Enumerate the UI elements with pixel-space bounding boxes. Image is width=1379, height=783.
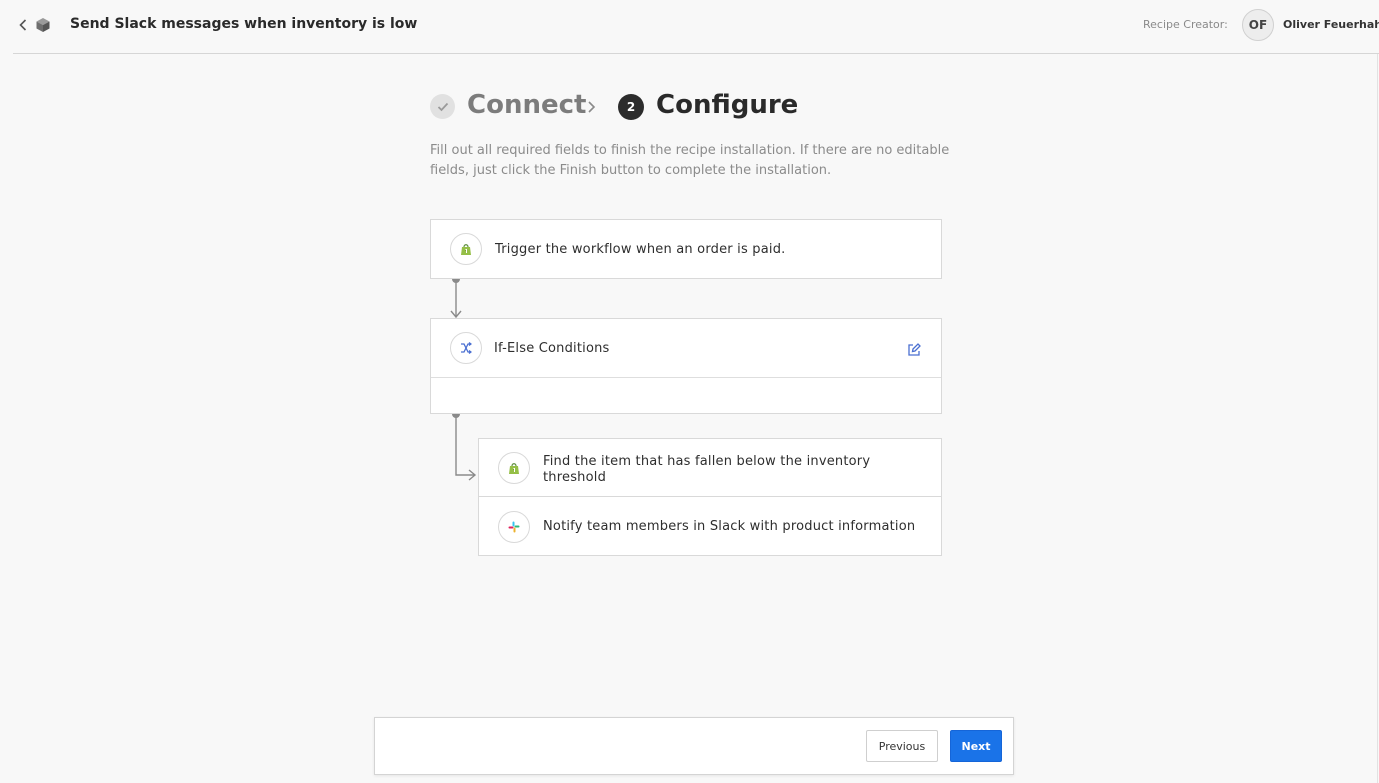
trigger-step-text: Trigger the workflow when an order is pa… [495, 242, 786, 257]
previous-button[interactable]: Previous [866, 730, 938, 762]
action-step-card[interactable]: Find the item that has fallen below the … [478, 438, 942, 497]
action-step-text: Notify team members in Slack with produc… [543, 519, 916, 534]
shuffle-icon [450, 332, 482, 364]
slack-icon [498, 511, 530, 543]
action-step-card[interactable]: Notify team members in Slack with produc… [478, 496, 942, 556]
shopify-icon [450, 233, 482, 265]
action-step-text: Find the item that has fallen below the … [543, 454, 871, 485]
shopify-icon [498, 452, 530, 484]
footer-bar: Previous Next [374, 717, 1014, 775]
trigger-step-card[interactable]: Trigger the workflow when an order is pa… [430, 219, 942, 279]
condition-step-text: If-Else Conditions [494, 341, 610, 356]
next-button[interactable]: Next [950, 730, 1002, 762]
condition-divider [431, 377, 941, 378]
edit-icon[interactable] [907, 342, 921, 356]
condition-step-card[interactable]: If-Else Conditions [430, 318, 942, 414]
